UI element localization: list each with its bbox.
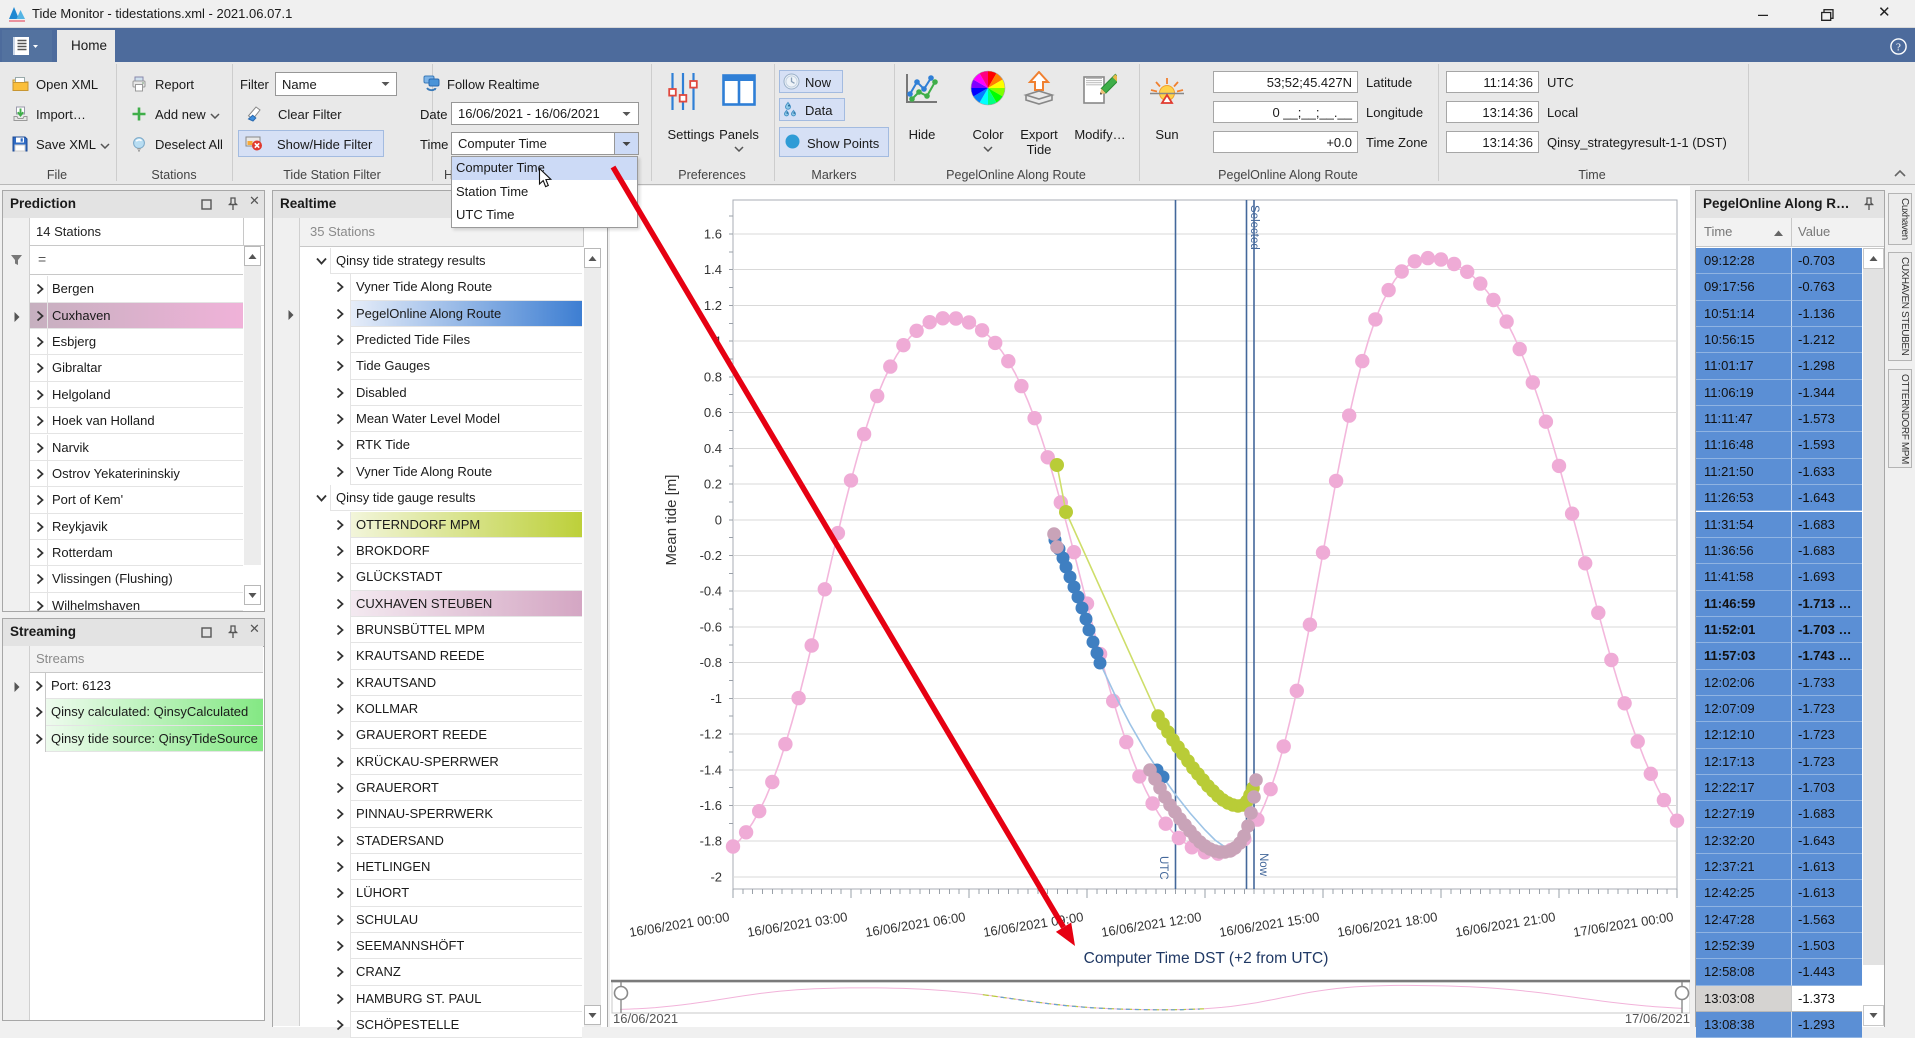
svg-text:-1: -1 [710, 691, 722, 706]
svg-text:Now: Now [1257, 853, 1269, 877]
svg-text:1.4: 1.4 [704, 262, 722, 277]
svg-text:0: 0 [715, 512, 722, 527]
svg-text:16/06/2021 09:00: 16/06/2021 09:00 [982, 909, 1084, 940]
svg-text:0.2: 0.2 [704, 477, 722, 492]
svg-text:-0.8: -0.8 [700, 655, 722, 670]
svg-text:-2: -2 [710, 870, 722, 885]
svg-text:1: 1 [715, 334, 722, 349]
svg-text:0.4: 0.4 [704, 441, 722, 456]
svg-text:16/06/2021: 16/06/2021 [613, 1011, 678, 1026]
svg-text:-1.4: -1.4 [700, 762, 722, 777]
svg-text:1.2: 1.2 [704, 298, 722, 313]
svg-text:Computer Time DST (+2 from UTC: Computer Time DST (+2 from UTC) [1084, 950, 1329, 967]
svg-text:17/06/2021 00:00: 17/06/2021 00:00 [1572, 909, 1674, 940]
svg-text:16/06/2021 21:00: 16/06/2021 21:00 [1454, 909, 1556, 940]
svg-text:0.6: 0.6 [704, 405, 722, 420]
svg-text:?: ? [1896, 42, 1901, 54]
svg-text:16/06/2021 03:00: 16/06/2021 03:00 [746, 909, 848, 940]
svg-text:16/06/2021 15:00: 16/06/2021 15:00 [1218, 909, 1320, 940]
svg-text:-1.8: -1.8 [700, 834, 722, 849]
svg-text:UTC: UTC [1157, 856, 1169, 880]
svg-text:0.8: 0.8 [704, 369, 722, 384]
svg-text:16/06/2021 18:00: 16/06/2021 18:00 [1336, 909, 1438, 940]
svg-text:17/06/2021: 17/06/2021 [1625, 1011, 1690, 1026]
svg-text:-0.6: -0.6 [700, 619, 722, 634]
svg-text:Selected: Selected [1248, 205, 1260, 250]
svg-text:16/06/2021 12:00: 16/06/2021 12:00 [1100, 909, 1202, 940]
svg-text:Mean tide [m]: Mean tide [m] [663, 475, 680, 566]
svg-text:16/06/2021 00:00: 16/06/2021 00:00 [628, 909, 730, 940]
svg-text:1.6: 1.6 [704, 227, 722, 242]
svg-text:-0.2: -0.2 [700, 548, 722, 563]
svg-text:-0.4: -0.4 [700, 584, 722, 599]
svg-text:-1.6: -1.6 [700, 798, 722, 813]
svg-text:-1.2: -1.2 [700, 727, 722, 742]
svg-text:16/06/2021 06:00: 16/06/2021 06:00 [864, 909, 966, 940]
